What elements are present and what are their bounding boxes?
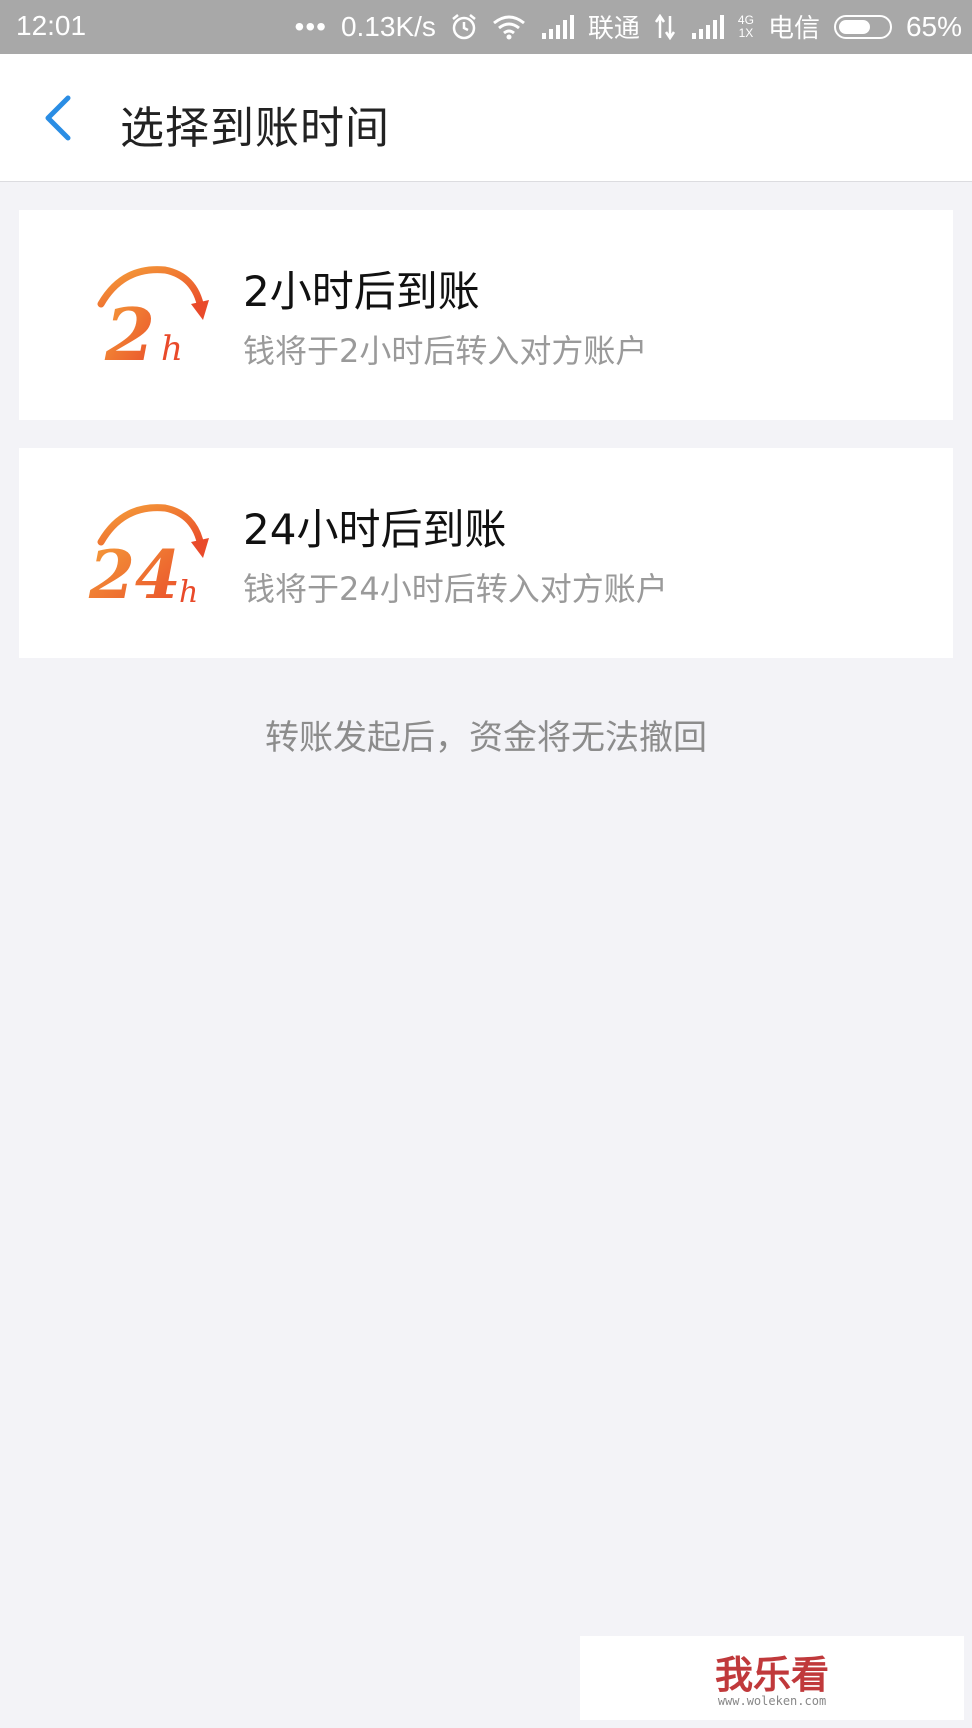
clock-24h-icon: 24 h — [83, 498, 213, 614]
notification-dots: ••• — [294, 10, 327, 42]
icon-unit: h — [161, 329, 183, 369]
signal-icon — [540, 14, 574, 39]
signal-icon — [690, 14, 724, 39]
carrier-1: 联通 — [587, 13, 640, 43]
network-type-bottom: 1X — [738, 25, 754, 40]
icon-unit: h — [179, 575, 198, 608]
option-24h[interactable]: 24 h 24小时后到账 钱将于24小时后转入对方账户 — [19, 448, 953, 658]
carrier-2: 电信 — [767, 13, 820, 43]
option-title: 24小时后到账 — [243, 505, 507, 554]
battery-fill — [838, 19, 871, 34]
status-right-group: ••• 0.13K/s 联通 4G 1X 电信 65% — [295, 8, 962, 45]
battery-icon — [833, 14, 892, 39]
back-button[interactable] — [36, 90, 86, 146]
wifi-icon — [492, 14, 526, 40]
option-title: 2小时后到账 — [243, 267, 480, 316]
network-type: 4G 1X — [737, 12, 754, 40]
network-type-top: 4G — [737, 12, 754, 27]
icon-number: 24 — [88, 536, 181, 608]
option-2h[interactable]: 2 h 2小时后到账 钱将于2小时后转入对方账户 — [19, 210, 953, 420]
network-speed: 0.13K/s — [340, 10, 436, 42]
alarm-icon — [450, 13, 478, 41]
watermark-logo: 我乐看 — [714, 1652, 829, 1697]
icon-number: 2 — [104, 292, 155, 370]
chevron-left-icon — [45, 95, 71, 141]
app-header: 选择到账时间 — [0, 54, 972, 182]
irrevocable-note: 转账发起后，资金将无法撤回 — [265, 718, 707, 758]
status-time: 12:01 — [16, 10, 87, 41]
watermark-url: www.woleken.com — [717, 1694, 827, 1708]
data-arrows-icon — [654, 13, 676, 40]
option-subtitle: 钱将于24小时后转入对方账户 — [243, 570, 668, 608]
status-bar: 12:01 ••• 0.13K/s 联通 4G 1X 电信 65% — [0, 0, 972, 54]
option-subtitle: 钱将于2小时后转入对方账户 — [243, 332, 648, 370]
battery-percent: 65% — [905, 10, 962, 42]
page-title: 选择到账时间 — [120, 103, 390, 154]
watermark: 我乐看 www.woleken.com — [580, 1636, 964, 1720]
clock-2h-icon: 2 h — [83, 260, 213, 377]
